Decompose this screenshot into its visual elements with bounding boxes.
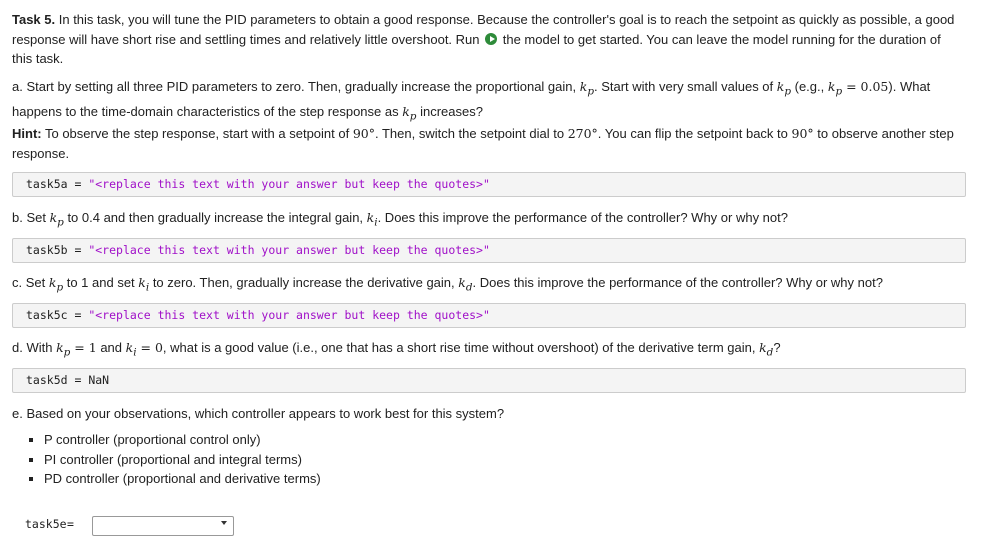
part-c-text: c. Set <box>12 275 49 290</box>
task5c-value[interactable]: "<replace this text with your answer but… <box>88 308 490 322</box>
part-a-text: . Start with very small values of <box>593 79 777 94</box>
kp-symbol: kp <box>827 79 843 98</box>
kp-symbol: kp <box>49 210 64 229</box>
task5a-code-field[interactable]: task5a = "<replace this text with your a… <box>12 172 966 197</box>
kp-value: = 1 <box>70 340 97 355</box>
setpoint-90: 90° <box>352 126 375 141</box>
option-p-controller: P controller (proportional control only) <box>44 430 321 450</box>
ki-symbol: ki <box>125 340 137 359</box>
task5e-dropdown[interactable] <box>92 516 234 536</box>
task5d-code-field[interactable]: task5d = NaN <box>12 368 966 393</box>
hint-text: . You can flip the setpoint back to <box>597 126 792 141</box>
task5c-variable: task5c <box>26 308 68 322</box>
part-d-text: d. With <box>12 340 57 355</box>
task5d-variable: task5d <box>26 373 68 387</box>
assign-op: = <box>67 517 74 531</box>
task5b-code-field[interactable]: task5b = "<replace this text with your a… <box>12 238 966 263</box>
part-d-text: , what is a good value (i.e., one that h… <box>162 340 760 355</box>
kp-symbol: kp <box>48 275 64 294</box>
task5a-value[interactable]: "<replace this text with your answer but… <box>88 177 490 191</box>
kp-symbol: kp <box>56 340 71 359</box>
run-play-icon[interactable] <box>485 32 498 45</box>
assign-op: = <box>67 308 89 322</box>
option-pd-controller: PD controller (proportional and derivati… <box>44 469 321 489</box>
ki-value: = 0 <box>136 340 163 355</box>
ki-symbol: ki <box>138 275 150 294</box>
task5d-value[interactable]: NaN <box>88 373 109 387</box>
part-c-question: c. Set kp to 1 and set ki to zero. Then,… <box>12 273 967 298</box>
part-c-text: . Does this improve the performance of t… <box>472 275 883 290</box>
part-e-question: e. Based on your observations, which con… <box>12 406 505 421</box>
task5b-variable: task5b <box>26 243 68 257</box>
assign-op: = <box>67 373 89 387</box>
part-d-text: and <box>96 340 126 355</box>
task-intro: Task 5. In this task, you will tune the … <box>12 10 962 69</box>
kd-symbol: kd <box>458 275 473 294</box>
part-c-text: to zero. Then, gradually increase the de… <box>149 275 459 290</box>
controller-options-list: P controller (proportional control only)… <box>12 430 321 489</box>
setpoint-90-return: 90° <box>791 126 814 141</box>
hint-paragraph: Hint: To observe the step response, star… <box>12 124 967 163</box>
task5a-variable: task5a <box>26 177 68 191</box>
kd-symbol: kd <box>759 340 774 359</box>
hint-text: . Then, switch the setpoint dial to <box>374 126 568 141</box>
part-d-question: d. With kp = 1 and ki = 0, what is a goo… <box>12 338 967 363</box>
hint-label: Hint: <box>12 126 42 141</box>
ki-symbol: ki <box>366 210 378 229</box>
part-a-text: (e.g., <box>791 79 828 94</box>
option-pi-controller: PI controller (proportional and integral… <box>44 450 321 470</box>
kp-symbol: kp <box>776 79 792 98</box>
task5c-code-field[interactable]: task5c = "<replace this text with your a… <box>12 303 966 328</box>
kp-example-value: = 0.05 <box>842 79 889 94</box>
part-a-question: a. Start by setting all three PID parame… <box>12 77 962 127</box>
part-b-text: b. Set <box>12 210 50 225</box>
task5e-variable: task5e <box>25 517 67 531</box>
part-a-text: increases? <box>416 104 483 119</box>
part-a-text: a. Start by setting all three PID parame… <box>12 79 580 94</box>
task5b-value[interactable]: "<replace this text with your answer but… <box>88 243 490 257</box>
part-b-text: . Does this improve the performance of t… <box>377 210 788 225</box>
assign-op: = <box>67 243 89 257</box>
assign-op: = <box>67 177 89 191</box>
task5e-row: task5e = <box>12 511 312 536</box>
part-d-text: ? <box>773 340 781 355</box>
setpoint-270: 270° <box>567 126 598 141</box>
kp-symbol: kp <box>402 104 417 123</box>
kp-symbol: kp <box>579 79 594 98</box>
hint-text: To observe the step response, start with… <box>41 126 353 141</box>
part-b-question: b. Set kp to 0.4 and then gradually incr… <box>12 208 967 233</box>
part-c-text: to 1 and set <box>63 275 139 290</box>
part-b-text: to 0.4 and then gradually increase the i… <box>63 210 367 225</box>
task-label: Task 5. <box>12 12 56 27</box>
